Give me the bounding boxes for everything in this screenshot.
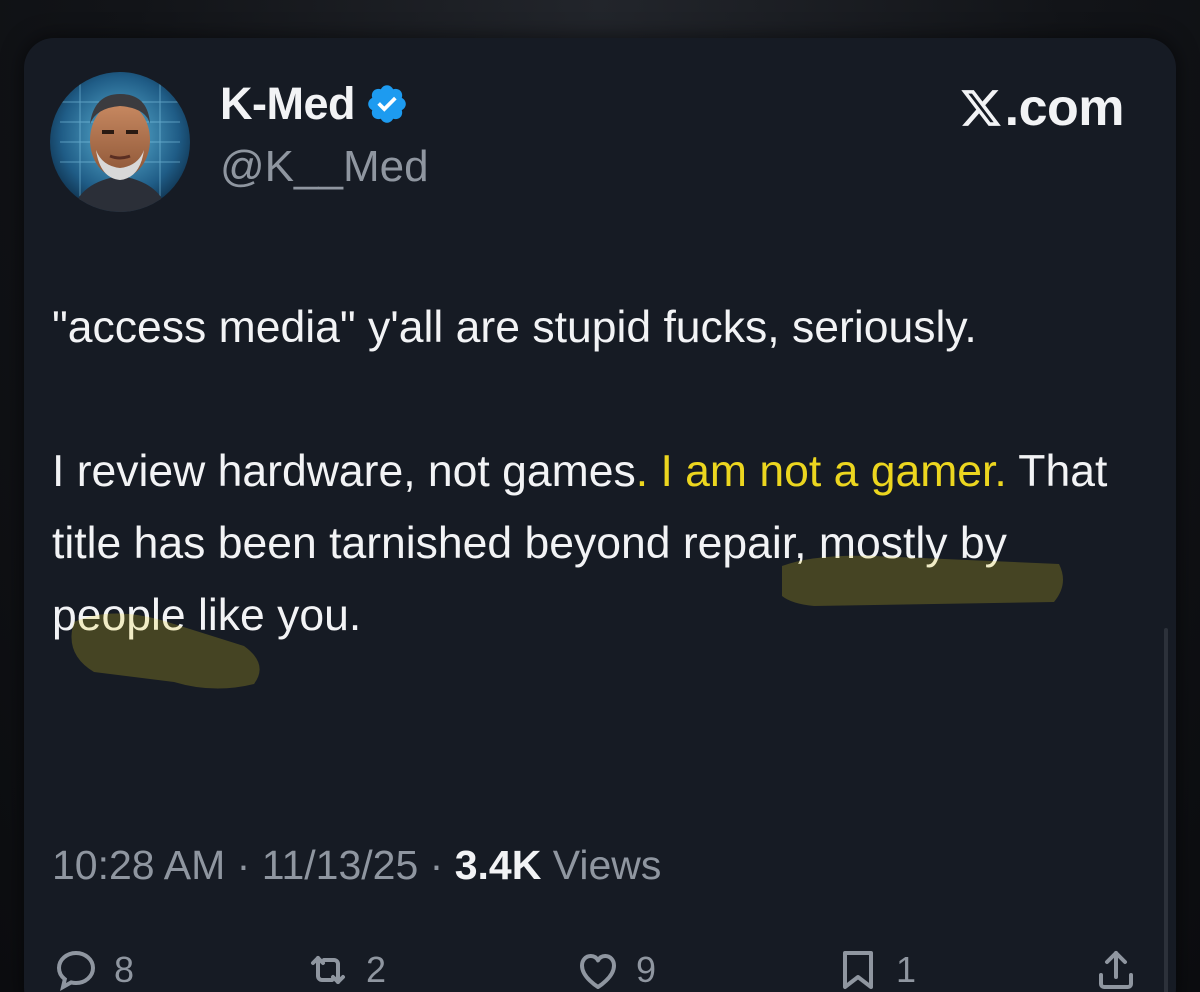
like-count: 9 xyxy=(636,949,657,990)
repost-icon xyxy=(311,956,345,984)
verified-badge-icon xyxy=(368,85,406,123)
x-logo-icon xyxy=(960,90,1001,126)
post-card: K-Med @K__Med .com "access media" y'all … xyxy=(24,38,1176,992)
share-icon xyxy=(1099,951,1133,989)
post-text: "access media" y'all are stupid fucks, s… xyxy=(52,292,1152,652)
x-com-text: .com xyxy=(1004,79,1125,137)
scrollbar[interactable] xyxy=(1164,628,1168,992)
share-button[interactable] xyxy=(1092,946,1140,992)
reply-button[interactable]: 8 xyxy=(52,946,134,992)
action-bar: 8 2 9 1 xyxy=(24,938,1176,992)
views-count: 3.4K xyxy=(454,842,542,888)
meta-separator: · xyxy=(429,842,444,888)
post-time[interactable]: 10:28 AM xyxy=(52,842,225,888)
post-date[interactable]: 11/13/25 xyxy=(262,842,419,888)
like-button[interactable]: 9 xyxy=(574,946,656,992)
bookmark-count: 1 xyxy=(896,949,917,990)
heart-icon xyxy=(580,954,616,989)
highlighted-text: . I am not a gamer. xyxy=(635,447,1007,496)
avatar[interactable] xyxy=(50,72,190,212)
bookmark-icon xyxy=(843,951,873,989)
x-com-logo: .com xyxy=(959,78,1125,138)
views-label: Views xyxy=(552,842,662,888)
post-text-plain: I review hardware, not games xyxy=(52,447,636,496)
repost-button[interactable]: 2 xyxy=(304,946,386,992)
repost-count: 2 xyxy=(366,949,387,990)
reply-icon xyxy=(56,950,96,991)
meta-separator: · xyxy=(236,842,251,888)
post-paragraph-1: "access media" y'all are stupid fucks, s… xyxy=(52,303,977,352)
bookmark-button[interactable]: 1 xyxy=(834,946,916,992)
author-handle[interactable]: @K__Med xyxy=(220,142,429,192)
reply-count: 8 xyxy=(114,949,135,990)
display-name[interactable]: K-Med xyxy=(220,78,355,130)
post-meta: 10:28 AM · 11/13/25 · 3.4K Views xyxy=(52,842,661,889)
author-name-row: K-Med xyxy=(220,78,409,130)
post-paragraph-2: I review hardware, not games. I am not a… xyxy=(52,436,1152,652)
